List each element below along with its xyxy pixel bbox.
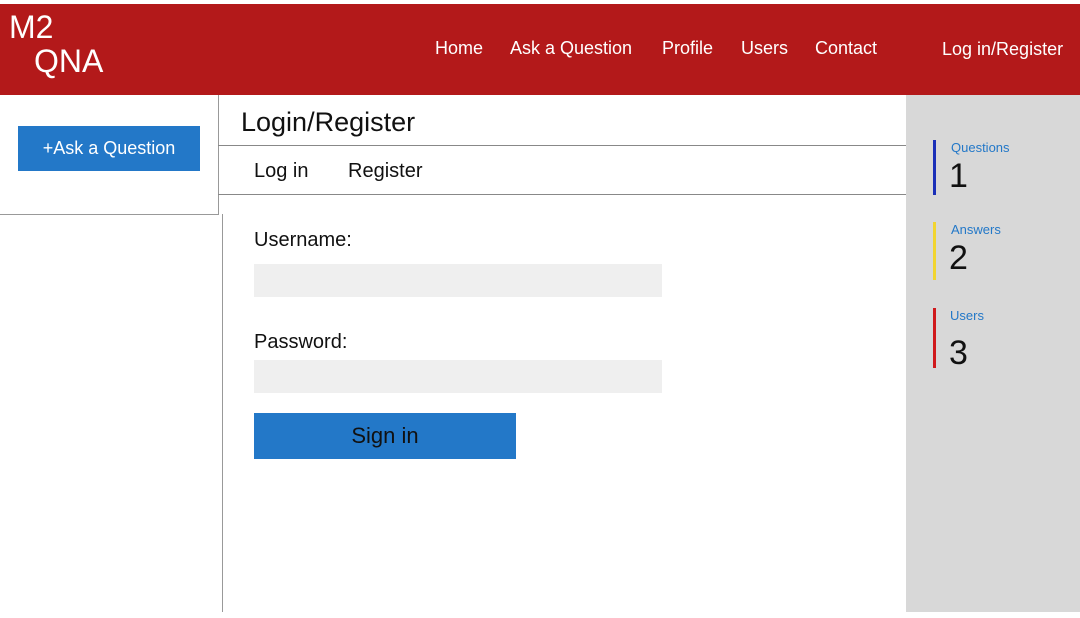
tab-log-in[interactable]: Log in bbox=[254, 160, 309, 183]
stats-panel: Questions 1 Answers 2 Users 3 bbox=[906, 95, 1080, 612]
left-sidebar: +Ask a Question bbox=[0, 95, 219, 215]
stat-answers-accent bbox=[933, 222, 936, 280]
sign-in-button[interactable]: Sign in bbox=[254, 413, 516, 459]
nav-ask-question-link[interactable]: Ask a Question bbox=[510, 38, 632, 59]
password-field[interactable] bbox=[254, 360, 662, 393]
stat-questions-label: Questions bbox=[951, 140, 1010, 155]
stat-answers-value: 2 bbox=[949, 239, 968, 277]
top-navbar: M2 QNA Home Ask a Question Profile Users… bbox=[0, 4, 1080, 95]
page-title: Login/Register bbox=[241, 107, 416, 137]
stat-questions-accent bbox=[933, 140, 936, 195]
username-label: Username: bbox=[254, 229, 352, 251]
nav-profile-link[interactable]: Profile bbox=[662, 38, 713, 59]
stat-users-label: Users bbox=[950, 308, 984, 323]
stat-answers-label: Answers bbox=[951, 222, 1001, 237]
site-logo[interactable]: M2 QNA bbox=[9, 10, 103, 78]
nav-contact-link[interactable]: Contact bbox=[815, 38, 877, 59]
password-label: Password: bbox=[254, 331, 348, 353]
title-divider bbox=[218, 145, 906, 146]
tab-register[interactable]: Register bbox=[348, 160, 422, 183]
ask-question-button[interactable]: +Ask a Question bbox=[18, 126, 200, 171]
stat-users-accent bbox=[933, 308, 936, 368]
content-divider bbox=[222, 214, 223, 612]
tabs-divider bbox=[218, 194, 906, 195]
stat-users-value: 3 bbox=[949, 334, 968, 372]
logo-line-2: QNA bbox=[34, 43, 104, 79]
username-field[interactable] bbox=[254, 264, 662, 297]
app-frame: M2 QNA Home Ask a Question Profile Users… bbox=[0, 0, 1080, 618]
logo-line-1: M2 bbox=[9, 9, 54, 45]
nav-home-link[interactable]: Home bbox=[435, 38, 483, 59]
nav-users-link[interactable]: Users bbox=[741, 38, 788, 59]
login-register-link[interactable]: Log in/Register bbox=[942, 39, 1063, 60]
stat-questions-value: 1 bbox=[949, 157, 968, 195]
